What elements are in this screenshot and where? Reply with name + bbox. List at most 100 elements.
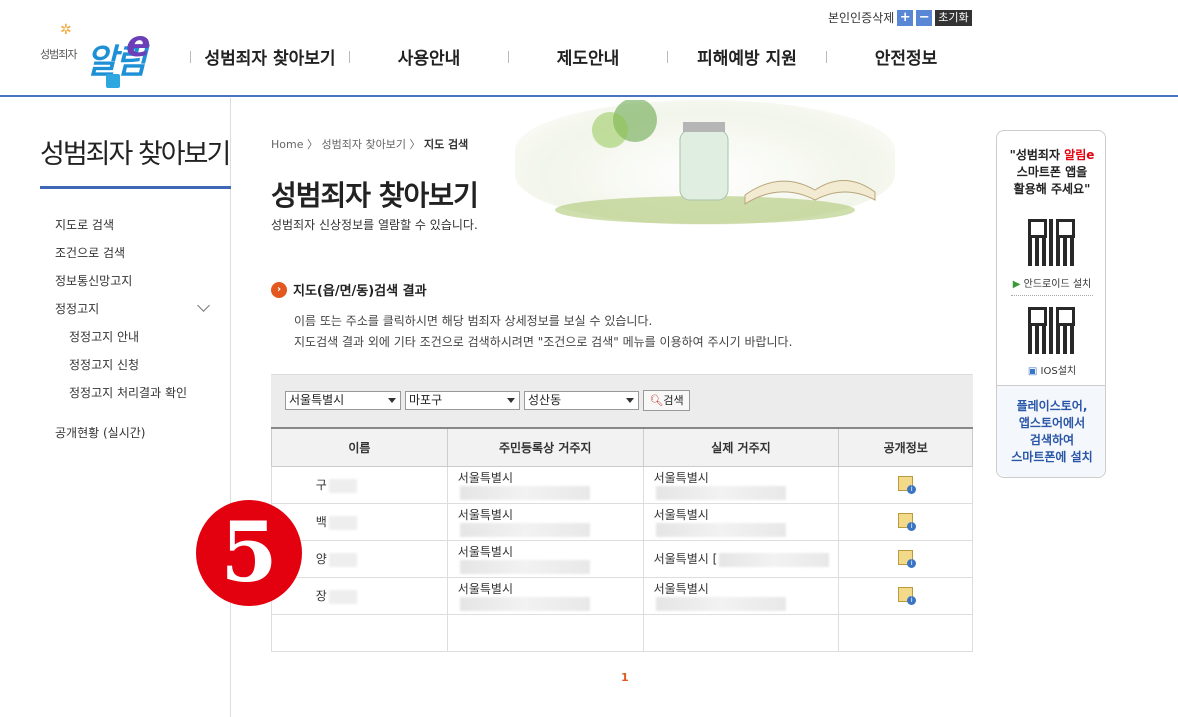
breadcrumb-section[interactable]: 성범죄자 찾아보기 bbox=[321, 138, 405, 151]
actual-address[interactable]: 서울특별시 bbox=[642, 502, 840, 541]
apple-icon: ▣ bbox=[1027, 366, 1041, 377]
sidebar-item-status[interactable]: 공개현황 (실시간) bbox=[55, 424, 145, 441]
table-row[interactable]: 백 서울특별시 서울특별시 bbox=[271, 502, 973, 541]
logo-brand-text: 성범죄자 bbox=[40, 48, 77, 61]
nav-victim-support[interactable]: 피해예방 지원 bbox=[668, 44, 826, 69]
dropdown-arrow-icon bbox=[626, 398, 634, 403]
sidebar-subitem-correction-result[interactable]: 정정고지 처리결과 확인 bbox=[69, 384, 187, 401]
actual-address[interactable]: 서울특별시 [ bbox=[642, 539, 840, 578]
ios-install-label: IOS설치 bbox=[1040, 366, 1077, 377]
address-text: 서울특별시 [ bbox=[653, 552, 718, 566]
android-qr-code[interactable] bbox=[1028, 219, 1075, 266]
search-icon: 🔍︎ bbox=[649, 394, 664, 407]
actual-address[interactable]: 서울특별시 bbox=[642, 576, 840, 615]
zoom-reset-button[interactable]: 초기화 bbox=[935, 9, 972, 26]
registered-address[interactable]: 서울특별시 bbox=[446, 465, 644, 504]
divider bbox=[1011, 295, 1093, 296]
sidebar-subitem-correction-guide[interactable]: 정정고지 안내 bbox=[69, 328, 139, 345]
nav-system-guide[interactable]: 제도안내 bbox=[509, 44, 667, 69]
redacted-text bbox=[328, 478, 357, 493]
district-select-value: 마포구 bbox=[409, 393, 443, 407]
sidebar-item-network-notice[interactable]: 정보통신망고지 bbox=[55, 272, 132, 289]
empty-cell bbox=[446, 613, 644, 652]
sidebar: 성범죄자 찾아보기 지도로 검색 조건으로 검색 정보통신망고지 정정고지 정정… bbox=[0, 98, 231, 717]
breadcrumb: Home 〉 성범죄자 찾아보기 〉 지도 검색 bbox=[271, 136, 468, 152]
sidebar-item-condition-search[interactable]: 조건으로 검색 bbox=[55, 244, 125, 261]
city-select[interactable]: 서울특별시 bbox=[285, 391, 401, 410]
redacted-text bbox=[719, 552, 830, 567]
zoom-in-button[interactable]: + bbox=[897, 9, 914, 26]
address-text: 서울특별시 bbox=[457, 581, 513, 596]
document-info-icon[interactable] bbox=[898, 586, 917, 605]
dong-select[interactable]: 성산동 bbox=[524, 391, 639, 410]
sidebar-item-correction[interactable]: 정정고지 bbox=[55, 300, 99, 317]
dropdown-arrow-icon bbox=[388, 398, 396, 403]
document-info-icon[interactable] bbox=[898, 475, 917, 494]
name-text: 백 bbox=[315, 515, 327, 529]
registered-address[interactable]: 서울특별시 bbox=[446, 576, 644, 615]
public-info-cell bbox=[838, 465, 973, 504]
app-install-banner: "성범죄자 알림e 스마트폰 앱을 활용해 주세요" ▶ 안드로이드 설치 ▣ … bbox=[996, 130, 1106, 478]
redacted-text bbox=[328, 515, 357, 530]
dropdown-arrow-icon bbox=[507, 398, 515, 403]
address-text: 서울특별시 bbox=[457, 544, 513, 559]
address-text: 서울특별시 bbox=[653, 507, 709, 522]
nav-find-offender[interactable]: 성범죄자 찾아보기 bbox=[191, 44, 349, 69]
column-header-public-info: 공개정보 bbox=[838, 427, 973, 467]
site-logo[interactable]: ✲ 성범죄자 알림 e bbox=[40, 14, 160, 90]
document-info-icon[interactable] bbox=[898, 549, 917, 568]
chevron-down-icon[interactable] bbox=[197, 299, 210, 312]
name-text: 장 bbox=[315, 589, 327, 603]
redacted-text bbox=[655, 523, 786, 538]
document-info-icon[interactable] bbox=[898, 512, 917, 531]
column-header-actual-address: 실제 거주지 bbox=[642, 427, 840, 467]
registered-address[interactable]: 서울특별시 bbox=[446, 502, 644, 541]
arrow-right-icon: › bbox=[271, 281, 287, 298]
search-button-label: 검색 bbox=[663, 394, 684, 407]
nav-usage-guide[interactable]: 사용안내 bbox=[350, 44, 508, 69]
table-row[interactable]: 양 서울특별시 서울특별시 [ bbox=[271, 539, 973, 578]
city-select-value: 서울특별시 bbox=[289, 393, 345, 407]
page-title: 성범죄자 찾아보기 bbox=[271, 179, 479, 212]
ios-qr-code[interactable] bbox=[1028, 307, 1075, 354]
district-select[interactable]: 마포구 bbox=[405, 391, 520, 410]
results-table: 이름 주민등록상 거주지 실제 거주지 공개정보 구 서울특별시 서울특별시 백… bbox=[271, 427, 973, 652]
registered-address[interactable]: 서울특별시 bbox=[446, 539, 644, 578]
breadcrumb-current: 지도 검색 bbox=[423, 138, 469, 151]
play-icon: ▶ bbox=[1012, 279, 1024, 290]
sidebar-item-map-search[interactable]: 지도로 검색 bbox=[55, 216, 114, 233]
actual-address[interactable]: 서울특별시 bbox=[642, 465, 840, 504]
redacted-text bbox=[459, 523, 590, 538]
redacted-text bbox=[655, 597, 786, 612]
table-row[interactable]: 구 서울특별시 서울특별시 bbox=[271, 465, 973, 504]
redacted-text bbox=[459, 597, 590, 612]
pagination-current-page[interactable]: 1 bbox=[621, 671, 629, 684]
nav-safety-info[interactable]: 안전정보 bbox=[827, 44, 985, 69]
logo-mark-icon bbox=[106, 74, 120, 88]
redacted-text bbox=[459, 486, 590, 501]
column-header-registered-address: 주민등록상 거주지 bbox=[446, 427, 644, 467]
redacted-text bbox=[328, 589, 357, 604]
dong-select-value: 성산동 bbox=[528, 393, 562, 407]
zoom-out-button[interactable]: − bbox=[916, 9, 933, 26]
store-guide-box: 플레이스토어, 앱스토어에서 검색하여 스마트폰에 설치 bbox=[997, 385, 1105, 477]
main-nav: 성범죄자 찾아보기 사용안내 제도안내 피해예방 지원 안전정보 bbox=[190, 44, 985, 69]
jar-book-illustration bbox=[555, 98, 876, 224]
name-text: 구 bbox=[315, 478, 327, 492]
breadcrumb-home[interactable]: Home bbox=[271, 138, 303, 151]
column-header-name: 이름 bbox=[271, 427, 448, 467]
ios-install-link[interactable]: ▣ IOS설치 bbox=[997, 362, 1105, 377]
android-install-label: 안드로이드 설치 bbox=[1023, 279, 1092, 290]
banner-line-3: 활용해 주세요" bbox=[1013, 182, 1091, 196]
offender-name[interactable]: 장 bbox=[271, 576, 448, 615]
cert-delete-link[interactable]: 본인인증삭제 bbox=[828, 9, 894, 26]
empty-cell bbox=[271, 613, 448, 652]
banner-text: "성범죄자 bbox=[1009, 148, 1065, 162]
sidebar-subitem-correction-request[interactable]: 정정고지 신청 bbox=[69, 356, 139, 373]
table-row[interactable]: 장 서울특별시 서울특별시 bbox=[271, 576, 973, 615]
page-subtitle: 성범죄자 신상정보를 열람할 수 있습니다. bbox=[271, 218, 478, 232]
offender-name[interactable]: 구 bbox=[271, 465, 448, 504]
redacted-text bbox=[328, 552, 357, 567]
search-button[interactable]: 🔍︎검색 bbox=[643, 390, 690, 411]
android-install-link[interactable]: ▶ 안드로이드 설치 bbox=[997, 275, 1105, 290]
